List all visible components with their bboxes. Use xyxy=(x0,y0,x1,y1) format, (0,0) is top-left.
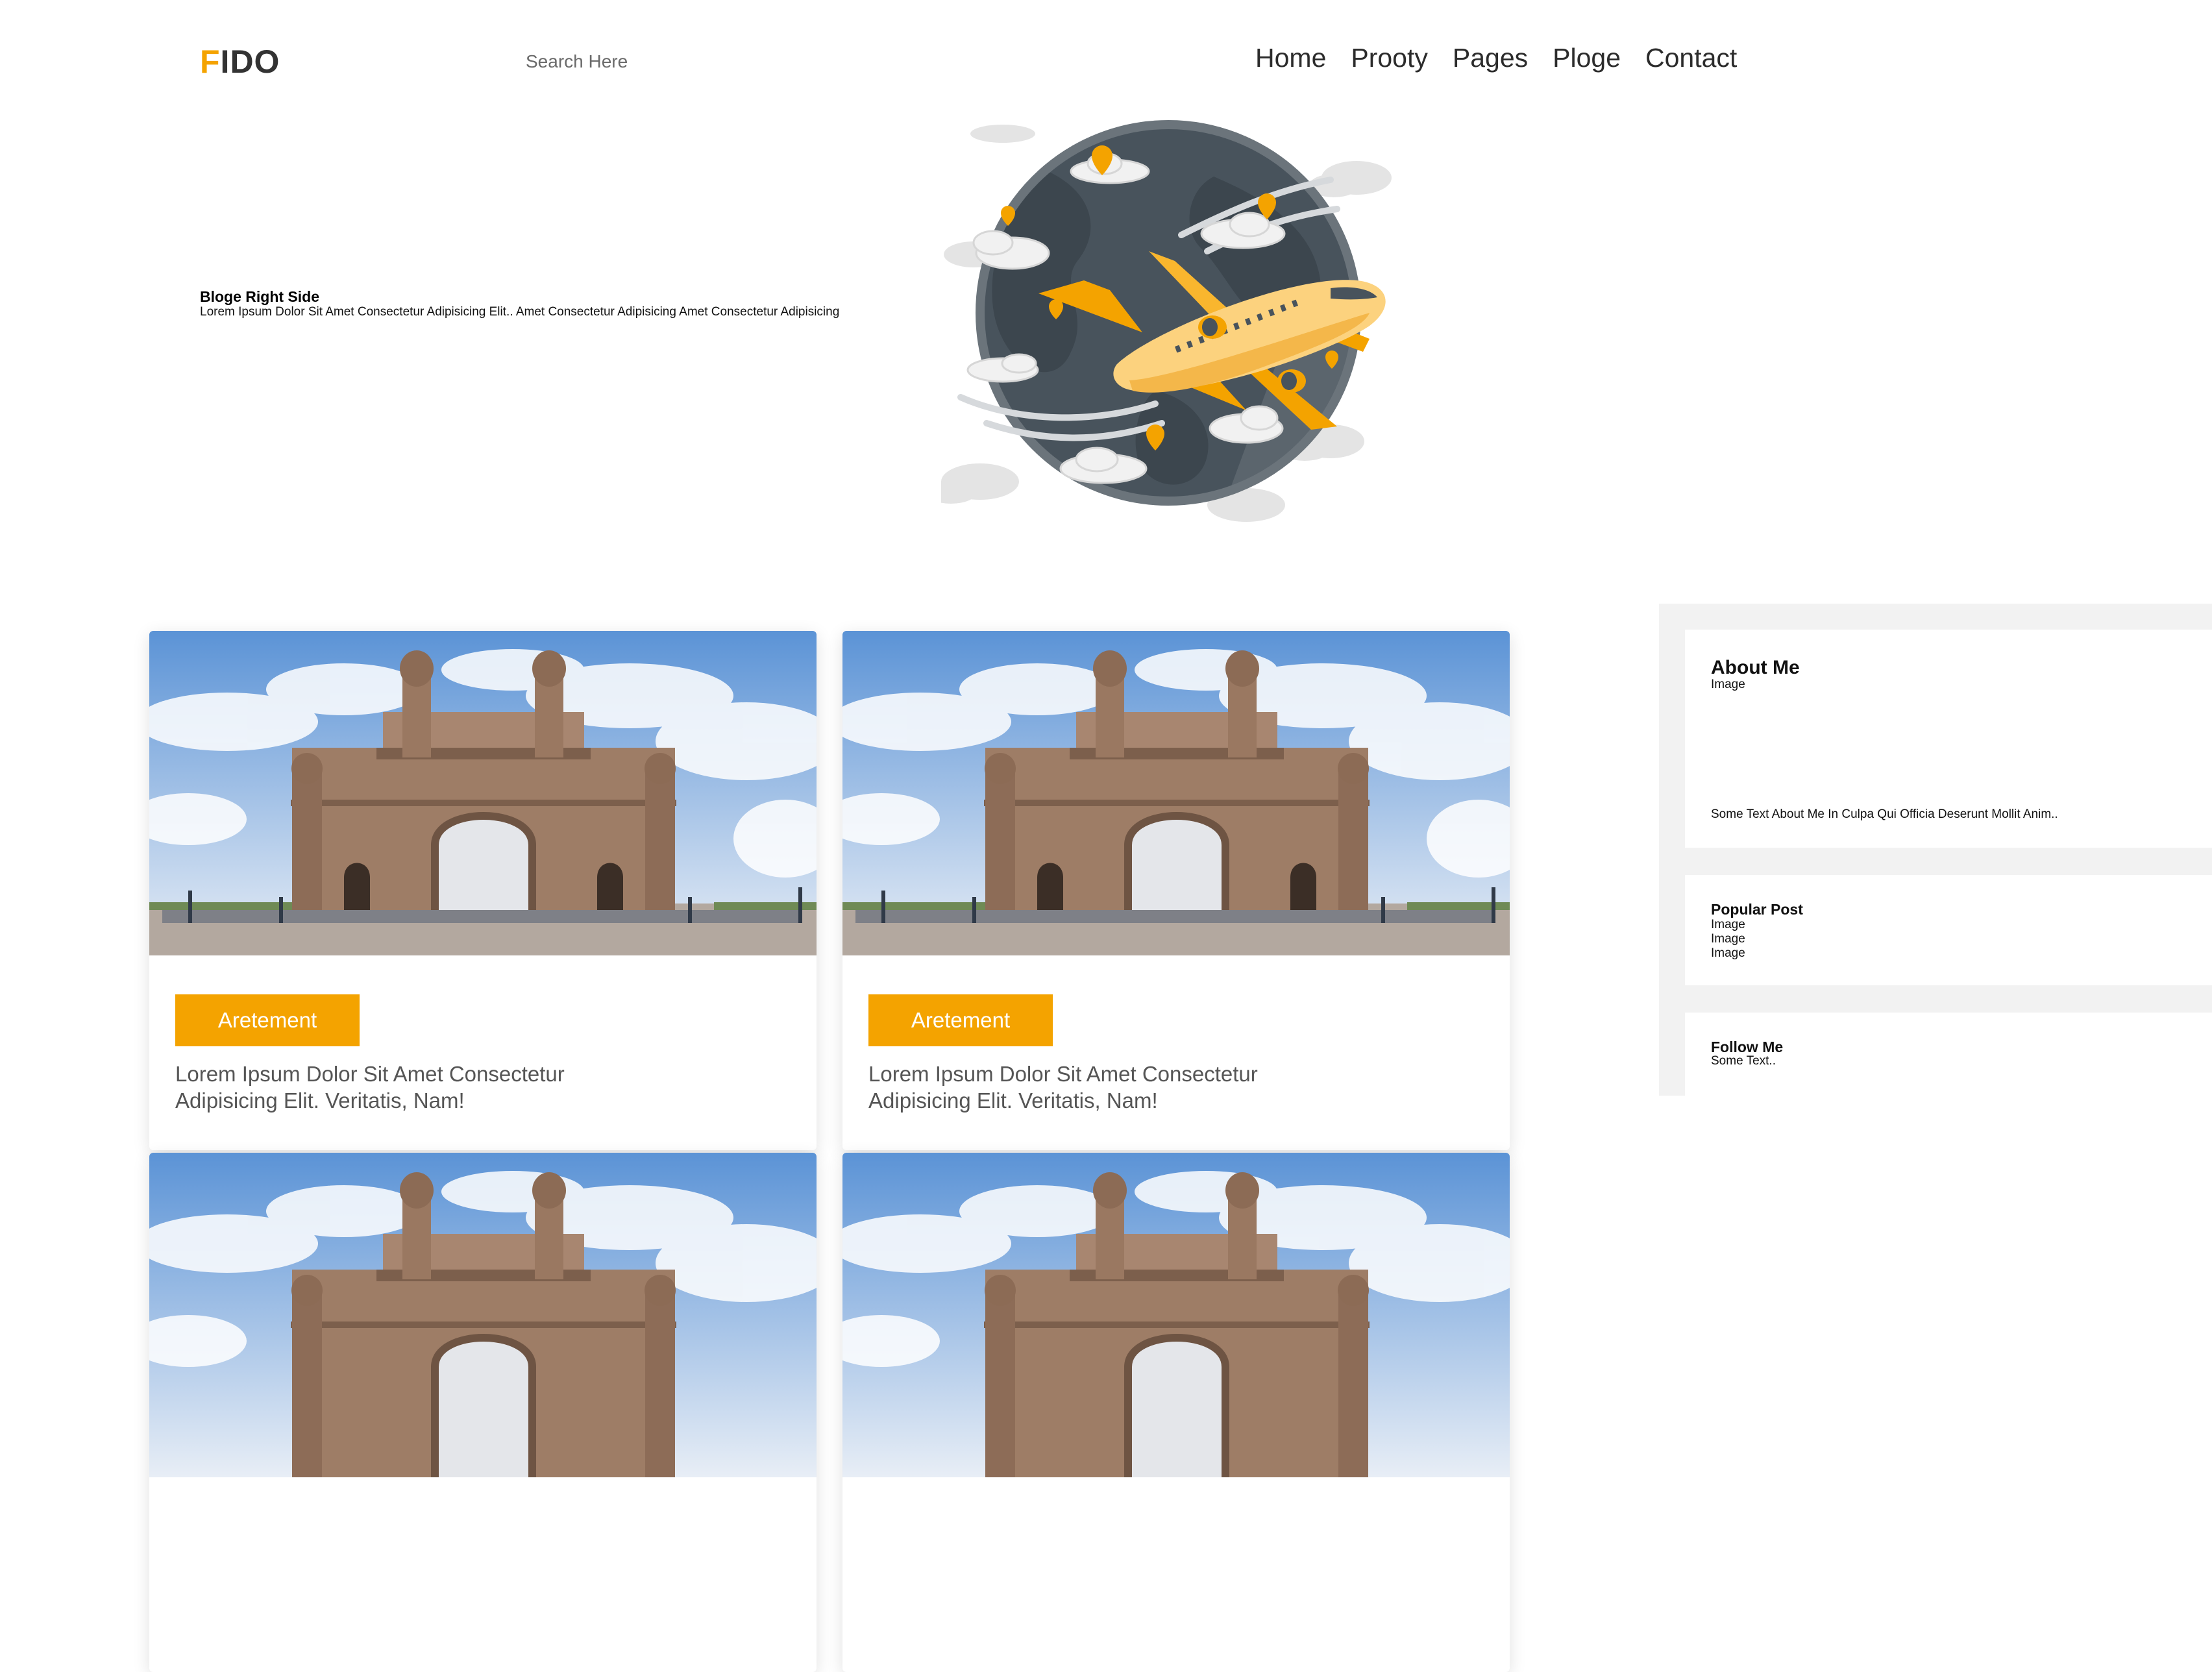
logo-rest: IDO xyxy=(220,43,280,80)
hero-text: Bloge Right Side Lorem Ipsum Dolor Sit A… xyxy=(200,288,839,319)
about-image-label: Image xyxy=(1711,678,1745,691)
nav-ploge[interactable]: Ploge xyxy=(1553,43,1621,73)
sidebar: About Me Image Some Text About Me In Cul… xyxy=(1659,604,2212,1096)
logo[interactable]: FIDO xyxy=(200,43,280,80)
post-card[interactable] xyxy=(842,1153,1510,1672)
popular-item[interactable]: Image xyxy=(1711,946,1745,961)
post-card[interactable]: Aretement Lorem Ipsum Dolor Sit Amet Con… xyxy=(842,631,1510,1150)
globe-airplane-illustration xyxy=(941,120,1392,522)
category-badge[interactable]: Aretement xyxy=(868,994,1053,1046)
search-input[interactable] xyxy=(526,47,798,77)
hero-title: Bloge Right Side xyxy=(200,288,319,305)
about-widget: About Me Image Some Text About Me In Cul… xyxy=(1685,630,2212,848)
post-card[interactable] xyxy=(149,1153,817,1672)
follow-title: Follow Me xyxy=(1711,1039,1784,1055)
gateway-photo xyxy=(842,631,1510,955)
about-title: About Me xyxy=(1711,657,1800,678)
follow-text: Some Text.. xyxy=(1711,1054,1776,1068)
follow-widget: Follow Me Some Text.. xyxy=(1685,1013,2212,1096)
nav-prooty[interactable]: Prooty xyxy=(1351,43,1428,73)
card-excerpt: Lorem Ipsum Dolor Sit Amet Consectetur A… xyxy=(868,1062,1258,1113)
hero-subtitle: Lorem Ipsum Dolor Sit Amet Consectetur A… xyxy=(200,305,840,319)
post-card[interactable]: Aretement Lorem Ipsum Dolor Sit Amet Con… xyxy=(149,631,817,1150)
nav-home[interactable]: Home xyxy=(1255,43,1326,73)
popular-item[interactable]: Image xyxy=(1711,918,1745,932)
category-badge[interactable]: Aretement xyxy=(175,994,360,1046)
popular-item[interactable]: Image xyxy=(1711,932,1745,946)
gateway-photo xyxy=(149,631,817,955)
gateway-photo xyxy=(842,1153,1510,1477)
popular-post-widget: Popular Post Image Image Image xyxy=(1685,875,2212,985)
nav-contact[interactable]: Contact xyxy=(1645,43,1737,73)
card-excerpt: Lorem Ipsum Dolor Sit Amet Consectetur A… xyxy=(175,1062,565,1113)
nav-pages[interactable]: Pages xyxy=(1453,43,1528,73)
main-nav: Home Prooty Pages Ploge Contact xyxy=(1255,43,1737,73)
about-text: Some Text About Me In Culpa Qui Officia … xyxy=(1711,807,2058,821)
logo-letter: F xyxy=(200,43,221,80)
gateway-photo xyxy=(149,1153,817,1477)
popular-title: Popular Post xyxy=(1711,901,1803,918)
